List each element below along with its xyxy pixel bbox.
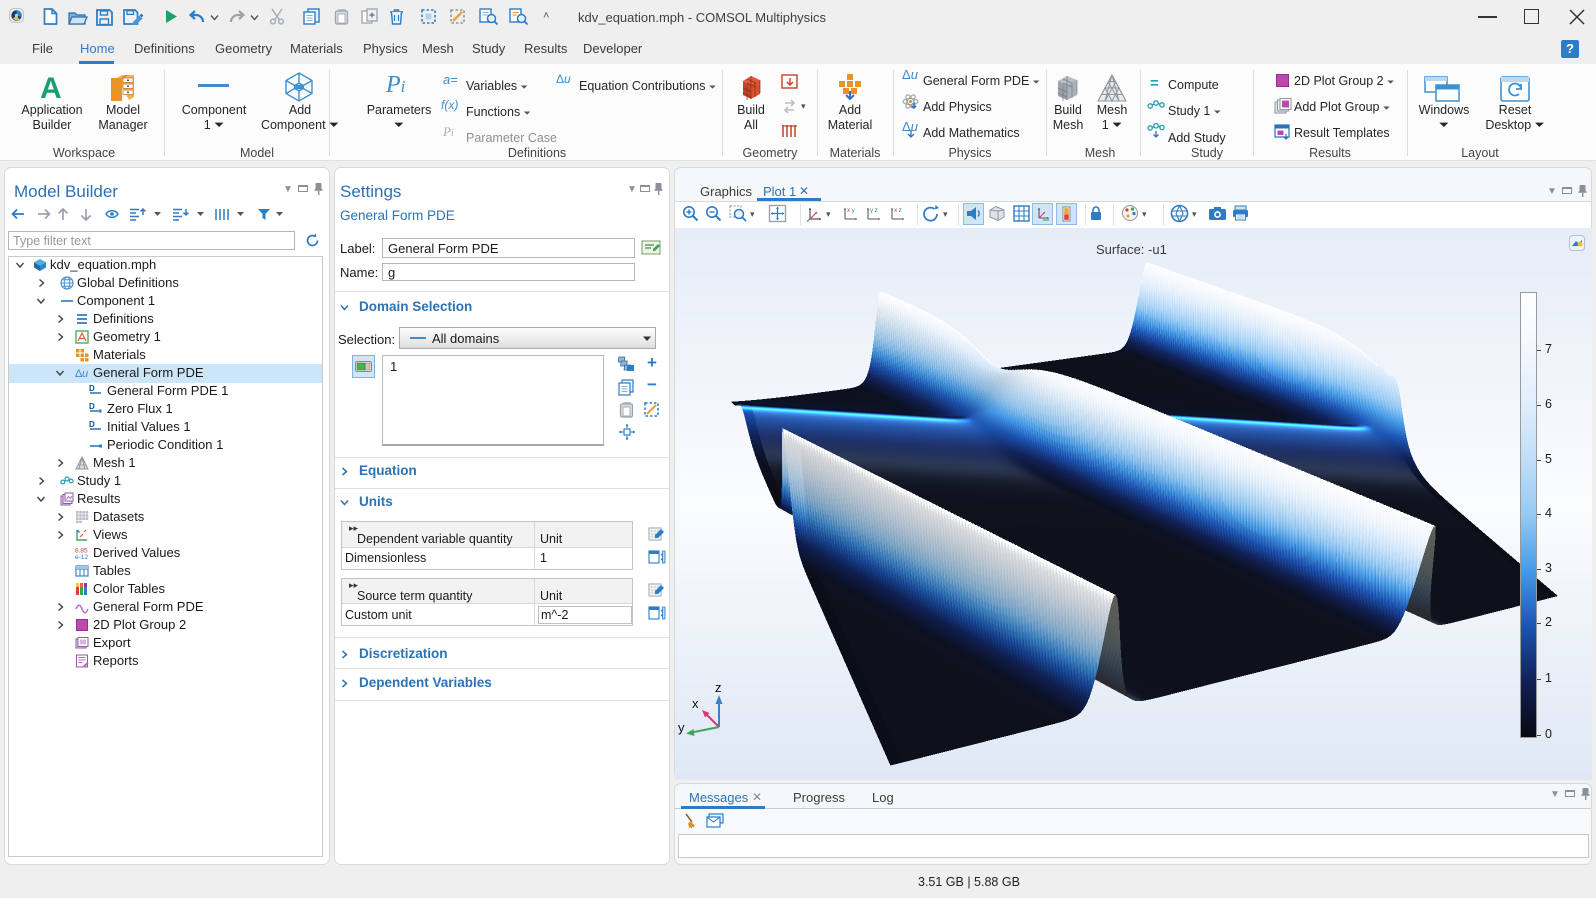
svg-text:x: x bbox=[894, 207, 898, 214]
svg-text:D: D bbox=[89, 402, 95, 411]
svg-text:D: D bbox=[89, 420, 95, 429]
svg-text:z: z bbox=[899, 207, 902, 214]
svg-text:D: D bbox=[89, 384, 95, 393]
svg-text:y: y bbox=[870, 207, 874, 214]
svg-text:z: z bbox=[715, 682, 722, 695]
svg-text:x: x bbox=[692, 696, 699, 711]
svg-text:e-12: e-12 bbox=[75, 554, 88, 560]
svg-text:x: x bbox=[847, 207, 851, 214]
svg-text:y: y bbox=[852, 207, 856, 214]
svg-text:u: u bbox=[82, 368, 88, 380]
svg-text:z: z bbox=[875, 207, 878, 214]
svg-text:y: y bbox=[678, 720, 685, 735]
